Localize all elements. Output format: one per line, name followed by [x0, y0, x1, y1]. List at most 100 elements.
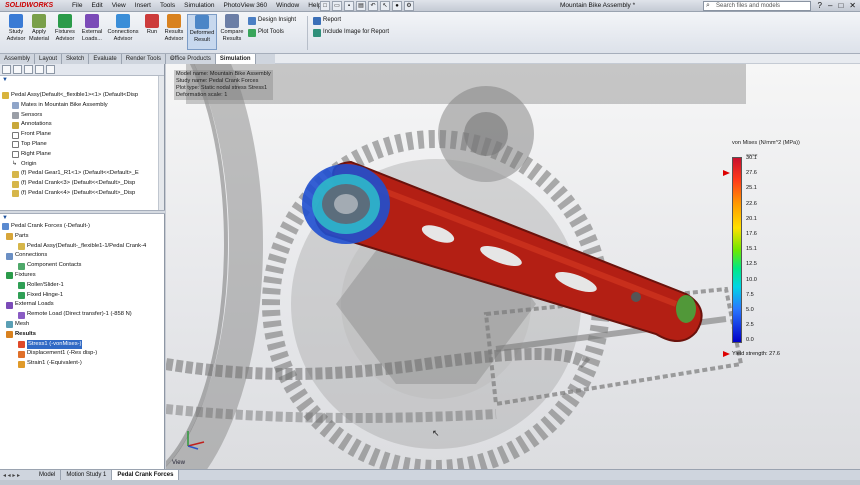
tree-node-selected[interactable]: Stress1 (-vonMises-) — [0, 339, 165, 350]
compare-results-label: Compare Results — [220, 29, 244, 42]
print-icon[interactable]: ▤ — [356, 1, 366, 11]
feature-tree-scrollbar[interactable] — [158, 76, 164, 210]
configuration-manager-icon[interactable] — [24, 65, 33, 74]
tree-node[interactable]: Strain1 (-Equivalent-) — [0, 359, 165, 369]
legend-tick: 0.0 — [746, 337, 754, 344]
tree-node[interactable]: (f) Pedal Crank<4> (Default<<Default>_Di… — [0, 189, 165, 199]
graphics-area[interactable]: Model name: Mountain Bike Assembly Study… — [166, 64, 860, 469]
expand-icon[interactable]: » — [170, 54, 174, 64]
tree-node[interactable]: Pedal Assy(Default<_flexible1><1> (Defau… — [0, 91, 165, 101]
strain-plot-icon — [18, 360, 25, 368]
tree-node[interactable]: Component Contacts — [0, 261, 165, 271]
origin-icon: ↳ — [12, 160, 18, 167]
report-button[interactable]: Report — [313, 16, 341, 25]
stress-color-legend[interactable] — [732, 157, 742, 343]
tree-node[interactable]: Annotations — [0, 120, 165, 130]
tree-node[interactable]: Top Plane — [0, 140, 165, 150]
menu-insert[interactable]: Insert — [135, 0, 151, 12]
tab-motion-study[interactable]: Motion Study 1 — [61, 470, 113, 480]
assembly-icon — [2, 92, 9, 100]
filter-icon[interactable]: ▼ — [2, 77, 16, 83]
stress-plot-icon — [18, 340, 25, 348]
tab-sketch[interactable]: Sketch — [62, 54, 90, 64]
tab-scroll-arrows-icon[interactable]: ◂ ◂ ▸ ▸ — [0, 472, 34, 479]
include-image-button[interactable]: Include Image for Report — [313, 28, 389, 37]
tree-node[interactable]: Displacement1 (-Res disp-) — [0, 349, 165, 359]
menu-window[interactable]: Window — [276, 0, 299, 12]
tab-pedal-crank-forces[interactable]: Pedal Crank Forces — [112, 470, 180, 480]
search-input[interactable]: ⌕ Search files and models — [703, 1, 811, 11]
tree-node[interactable]: Mates in Mountain Bike Assembly — [0, 101, 165, 111]
crank-hub-bolt — [334, 194, 358, 214]
report-icon — [313, 16, 321, 25]
legend-tick: 20.1 — [746, 215, 757, 222]
apply-material-button[interactable]: Apply Material — [25, 14, 53, 42]
menu-edit[interactable]: Edit — [91, 0, 102, 12]
tree-node[interactable]: Pedal Crank Forces (-Default-) — [0, 222, 165, 232]
display-manager-icon[interactable] — [46, 65, 55, 74]
help-icon[interactable]: ? — [818, 0, 822, 12]
status-bar — [0, 480, 860, 485]
tree-node[interactable]: Right Plane — [0, 150, 165, 160]
compare-results-button[interactable]: Compare Results — [218, 14, 246, 42]
external-loads-button[interactable]: External Loads... — [78, 14, 106, 42]
results-advisor-button[interactable]: Results Advisor — [160, 14, 188, 42]
tree-node[interactable]: Fixtures — [0, 271, 165, 281]
model-name-text: Model name: Mountain Bike Assembly — [176, 71, 271, 77]
annotations-icon — [12, 121, 19, 129]
tree-node[interactable]: Results — [0, 330, 165, 340]
menu-photoview[interactable]: PhotoView 360 — [223, 0, 267, 12]
tree-node[interactable]: Connections — [0, 251, 165, 261]
tree-node[interactable]: Mesh — [0, 320, 165, 330]
tree-node[interactable]: Front Plane — [0, 130, 165, 140]
legend-tick: 10.0 — [746, 276, 757, 283]
sim-filter-icon[interactable]: ▼ — [2, 215, 16, 221]
tab-model[interactable]: Model — [34, 470, 62, 480]
open-document-icon[interactable]: ▭ — [332, 1, 342, 11]
options-icon[interactable]: ⚙ — [404, 1, 414, 11]
mouse-cursor-icon: ↖ — [432, 428, 440, 438]
save-icon[interactable]: ▪ — [344, 1, 354, 11]
tab-assembly[interactable]: Assembly — [0, 54, 36, 64]
new-document-icon[interactable]: □ — [320, 1, 330, 11]
external-loads-label: External Loads... — [81, 29, 103, 42]
tab-evaluate[interactable]: Evaluate — [89, 54, 122, 64]
minimize-icon[interactable]: – — [828, 0, 832, 12]
undo-icon[interactable]: ↶ — [368, 1, 378, 11]
menu-simulation[interactable]: Simulation — [184, 0, 214, 12]
tab-render-tools[interactable]: Render Tools — [122, 54, 166, 64]
design-insight-label: Design Insight — [258, 17, 297, 23]
plot-tools-button[interactable]: Plot Tools — [248, 28, 284, 37]
restore-icon[interactable]: □ — [838, 0, 843, 12]
tree-node[interactable]: Fixed Hinge-1 — [0, 291, 165, 301]
rebuild-icon[interactable]: ● — [392, 1, 402, 11]
menu-tools[interactable]: Tools — [160, 0, 175, 12]
menu-view[interactable]: View — [112, 0, 126, 12]
include-image-label: Include Image for Report — [323, 29, 390, 35]
tree-node[interactable]: ↳ Origin — [0, 160, 165, 170]
deformed-result-button[interactable]: Deformed Result — [187, 14, 217, 50]
tab-layout[interactable]: Layout — [35, 54, 63, 64]
feature-tree-icon[interactable] — [2, 65, 11, 74]
dimxpert-icon[interactable] — [35, 65, 44, 74]
legend-tick: 15.1 — [746, 246, 757, 253]
tree-node[interactable]: Parts — [0, 232, 165, 242]
fixtures-icon — [58, 14, 72, 28]
property-manager-icon[interactable] — [13, 65, 22, 74]
design-insight-button[interactable]: Design Insight — [248, 16, 296, 25]
tab-simulation[interactable]: Simulation — [215, 54, 256, 64]
results-advisor-label: Results Advisor — [164, 29, 184, 42]
select-icon[interactable]: ↖ — [380, 1, 390, 11]
tree-node[interactable]: Pedal Assy(Default-_flexible1-1/Pedal Cr… — [0, 242, 165, 252]
tree-node[interactable]: (f) Pedal Gear1_R1<1> (Default<<Default>… — [0, 169, 165, 179]
tree-node[interactable]: Roller/Slider-1 — [0, 281, 165, 291]
tree-node[interactable]: (f) Pedal Crank<3> (Default<<Default>_Di… — [0, 179, 165, 189]
connections-advisor-button[interactable]: Connections Advisor — [107, 14, 139, 42]
tree-node[interactable]: Sensors — [0, 111, 165, 121]
tree-node[interactable]: External Loads — [0, 300, 165, 310]
panel-splitter[interactable] — [0, 210, 165, 214]
tree-node[interactable]: Remote Load (Direct transfer)-1 (-858 N) — [0, 310, 165, 320]
menu-file[interactable]: File — [72, 0, 82, 12]
close-icon[interactable]: ✕ — [849, 0, 856, 12]
fixtures-advisor-button[interactable]: Fixtures Advisor — [51, 14, 79, 42]
